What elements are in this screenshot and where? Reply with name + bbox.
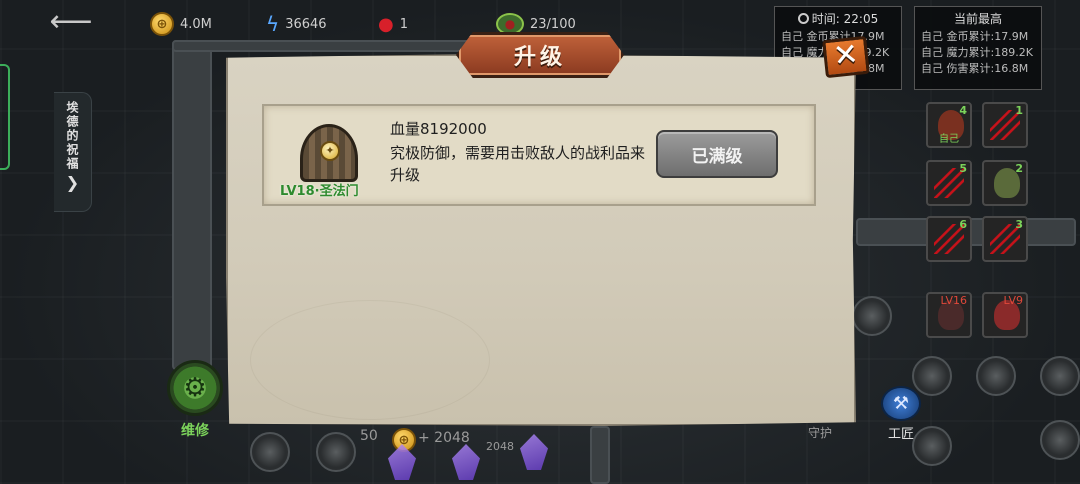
income-text: + 2048 [418,430,470,446]
hero-slot[interactable]: 3 [982,216,1028,262]
count-text: 50 [360,428,378,444]
enemy-level: LV16 [940,294,967,307]
max-level-button[interactable]: 已满级 [656,130,778,178]
slot-number: 3 [1015,218,1023,231]
wall-block [590,426,610,484]
hero-slot[interactable]: 1 [982,102,1028,148]
enemy-slot[interactable]: LV16 [926,292,972,338]
star-emblem-icon [1040,356,1080,396]
dialog-title: 升级 [456,32,624,78]
back-button[interactable]: ⟵ [44,7,98,38]
craftsman-button[interactable]: ⚒ 工匠 [876,386,926,442]
best-row: 自己 魔力累计:189.2K [921,46,1033,59]
gold-stat: ⊕ 4.0M [150,10,212,38]
enemy-slot[interactable]: LV9 [982,292,1028,338]
slot-number: 4 [959,104,967,117]
blood-value: 1 [399,16,408,32]
item-name: LV18·圣法门 [280,184,359,199]
hero-slot[interactable]: 6 [926,216,972,262]
hero-slot[interactable]: 2 [982,160,1028,206]
slot-label: 自己 [939,134,959,145]
hero-slot[interactable]: 4 自己 [926,102,972,148]
star-emblem-icon [852,296,892,336]
hero-slot[interactable]: 5 [926,160,972,206]
craftsman-label: 工匠 [887,427,914,442]
time-row: 时间: 22:05 [781,11,895,27]
blood-drop-icon: ● [378,13,394,35]
best-title: 当前最高 [953,12,1002,26]
blessing-label: 埃德的祝福 [65,101,79,171]
best-row: 自己 金币累计:17.9M [921,30,1029,43]
blessing-tab[interactable]: 埃德的祝福 ❯ [54,92,92,212]
eye-icon: ● [496,13,524,35]
time-value: 22:05 [843,12,879,26]
star-emblem-icon [976,356,1016,396]
slot-number: 1 [1015,104,1023,117]
side-drawer-handle[interactable] [0,64,10,170]
guard-label: 守护 [808,426,833,440]
mana-value: 36646 [285,16,327,32]
mana-stat: ϟ 36646 [266,10,327,38]
clock-icon [797,13,809,24]
coin-slot-icon [316,432,356,472]
gold-value: 4.0M [180,16,212,32]
repair-label: 维修 [181,423,209,439]
slot-number: 2 [1015,162,1023,175]
gate-emblem-icon: ✦ [320,141,340,161]
slot-number: 5 [959,162,967,175]
best-row: 自己 伤害累计:16.8M [921,62,1029,75]
item-hp: 血量8192000 [390,120,487,138]
time-label: 时间: [811,12,840,26]
blood-stat: ● 1 [378,10,408,38]
dialog-ornament [250,300,490,420]
item-description: 究极防御，需要用击败敌人的战利品来升级 [390,144,646,184]
coin-slot-icon [250,432,290,472]
repair-button[interactable]: ⚙ 维修 [160,360,230,444]
close-button[interactable]: ✕ [822,35,870,79]
hammer-icon: ⚒ [881,386,921,421]
wall-block [172,40,212,370]
gold-coin-icon: ⊕ [150,12,174,36]
income-small-text: 2048 [486,440,514,453]
chevron-right-icon: ❯ [65,173,80,192]
best-panel: 当前最高 自己 金币累计:17.9M 自己 魔力累计:189.2K 自己 伤害累… [914,6,1042,90]
slot-number: 6 [959,218,967,231]
lightning-icon: ϟ [266,12,280,36]
gear-wrench-icon: ⚙ [167,360,223,416]
enemy-level: LV9 [1003,294,1023,307]
star-emblem-icon [1040,420,1080,460]
capacity-value: 23/100 [530,16,576,32]
